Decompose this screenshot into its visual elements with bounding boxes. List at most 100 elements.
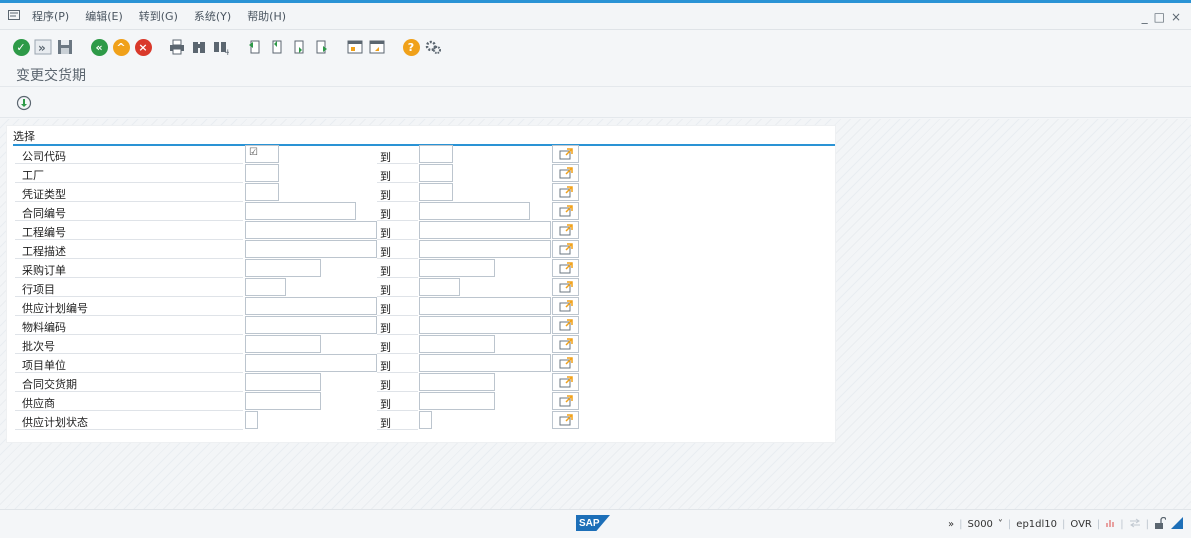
field-label: 工程编号 bbox=[22, 226, 66, 239]
to-input[interactable] bbox=[419, 183, 453, 201]
first-page-icon[interactable] bbox=[246, 38, 264, 56]
menu-icon[interactable] bbox=[8, 9, 20, 23]
from-input[interactable] bbox=[245, 259, 321, 277]
selection-row-batch-number: 批次号 到 bbox=[15, 335, 835, 354]
previous-page-icon[interactable] bbox=[268, 38, 286, 56]
to-input[interactable] bbox=[419, 240, 551, 258]
from-input[interactable] bbox=[245, 335, 321, 353]
multiple-selection-button[interactable] bbox=[552, 335, 579, 353]
from-input[interactable]: ☑ bbox=[245, 145, 279, 163]
selection-row-document-type: 凭证类型 到 bbox=[15, 183, 835, 202]
multiple-selection-button[interactable] bbox=[552, 164, 579, 182]
to-input[interactable] bbox=[419, 164, 453, 182]
from-input[interactable] bbox=[245, 411, 258, 429]
to-input[interactable] bbox=[419, 354, 551, 372]
to-input[interactable] bbox=[419, 259, 495, 277]
next-page-icon[interactable] bbox=[290, 38, 308, 56]
multiple-selection-button[interactable] bbox=[552, 297, 579, 315]
svg-text:+: + bbox=[224, 48, 229, 55]
from-input[interactable] bbox=[245, 202, 356, 220]
separator: | bbox=[1096, 519, 1101, 530]
from-input[interactable] bbox=[245, 316, 377, 334]
chevron-down-icon[interactable]: ˅ bbox=[998, 519, 1003, 530]
multiple-selection-button[interactable] bbox=[552, 183, 579, 201]
maximize-icon[interactable]: □ bbox=[1154, 10, 1165, 24]
menu-system[interactable]: 系统(Y) bbox=[194, 8, 231, 24]
chart-icon[interactable] bbox=[1105, 518, 1115, 531]
field-label: 供应商 bbox=[22, 397, 55, 410]
find-next-icon[interactable]: + bbox=[212, 38, 230, 56]
close-icon[interactable]: × bbox=[1171, 10, 1181, 24]
separator: | bbox=[1145, 519, 1149, 530]
sap-logo: SAP bbox=[576, 515, 610, 531]
multiple-selection-icon bbox=[559, 414, 573, 426]
back-icon[interactable]: « bbox=[90, 38, 108, 56]
minimize-icon[interactable]: _ bbox=[1142, 10, 1148, 24]
from-input[interactable] bbox=[245, 373, 321, 391]
to-input[interactable] bbox=[419, 392, 495, 410]
save-icon[interactable] bbox=[56, 38, 74, 56]
to-input[interactable] bbox=[419, 278, 460, 296]
shortcut-icon[interactable] bbox=[368, 38, 386, 56]
from-input[interactable] bbox=[245, 164, 279, 182]
command-field-icon[interactable]: » bbox=[34, 38, 52, 56]
from-input[interactable] bbox=[245, 183, 279, 201]
multiple-selection-button[interactable] bbox=[552, 145, 579, 163]
from-input[interactable] bbox=[245, 297, 377, 315]
menu-help[interactable]: 帮助(H) bbox=[247, 8, 286, 24]
find-icon[interactable] bbox=[190, 38, 208, 56]
multiple-selection-button[interactable] bbox=[552, 221, 579, 239]
menu-program[interactable]: 程序(P) bbox=[32, 8, 69, 24]
to-input[interactable] bbox=[419, 335, 495, 353]
multiple-selection-button[interactable] bbox=[552, 373, 579, 391]
system-info: » | S000 ˅ | ep1dl10 | OVR | | | bbox=[948, 516, 1183, 532]
system-id[interactable]: S000 bbox=[967, 519, 992, 530]
to-input[interactable] bbox=[419, 221, 551, 239]
selection-box: 选择 公司代码 ☑ 到 工厂 到 凭证类型 到 合同编号 到 工程编号 到 工程… bbox=[6, 125, 836, 443]
menu-goto[interactable]: 转到(G) bbox=[139, 8, 178, 24]
from-input[interactable] bbox=[245, 354, 377, 372]
field-label: 公司代码 bbox=[22, 150, 66, 163]
to-input[interactable] bbox=[419, 145, 453, 163]
last-page-icon[interactable] bbox=[312, 38, 330, 56]
field-label: 物料编码 bbox=[22, 321, 66, 334]
input-mode[interactable]: OVR bbox=[1070, 519, 1091, 530]
exit-icon[interactable]: ^ bbox=[112, 38, 130, 56]
expand-status-icon[interactable]: » bbox=[948, 519, 954, 530]
execute-icon[interactable] bbox=[16, 95, 32, 111]
resize-corner-icon[interactable] bbox=[1171, 517, 1183, 532]
enter-icon[interactable]: ✓ bbox=[12, 38, 30, 56]
from-input[interactable] bbox=[245, 278, 286, 296]
to-input[interactable] bbox=[419, 411, 432, 429]
to-input[interactable] bbox=[419, 202, 530, 220]
create-session-icon[interactable] bbox=[346, 38, 364, 56]
to-underline bbox=[377, 429, 418, 430]
customize-icon[interactable] bbox=[424, 38, 442, 56]
unlock-icon[interactable] bbox=[1154, 516, 1167, 532]
help-icon[interactable]: ? bbox=[402, 38, 420, 56]
menu-edit[interactable]: 编辑(E) bbox=[85, 8, 123, 24]
multiple-selection-icon bbox=[559, 167, 573, 179]
multiple-selection-button[interactable] bbox=[552, 354, 579, 372]
transfer-icon[interactable] bbox=[1129, 518, 1141, 531]
print-icon[interactable] bbox=[168, 38, 186, 56]
multiple-selection-button[interactable] bbox=[552, 278, 579, 296]
multiple-selection-button[interactable] bbox=[552, 240, 579, 258]
checkbox-icon: ☑ bbox=[249, 147, 258, 158]
from-input[interactable] bbox=[245, 392, 321, 410]
multiple-selection-button[interactable] bbox=[552, 392, 579, 410]
multiple-selection-button[interactable] bbox=[552, 202, 579, 220]
multiple-selection-icon bbox=[559, 338, 573, 350]
multiple-selection-button[interactable] bbox=[552, 316, 579, 334]
to-input[interactable] bbox=[419, 297, 551, 315]
to-input[interactable] bbox=[419, 316, 551, 334]
menu-bar: 程序(P) 编辑(E) 转到(G) 系统(Y) 帮助(H) _ □ × bbox=[0, 3, 1191, 30]
from-input[interactable] bbox=[245, 240, 377, 258]
multiple-selection-button[interactable] bbox=[552, 259, 579, 277]
to-input[interactable] bbox=[419, 373, 495, 391]
page-title: 变更交货期 bbox=[0, 63, 1191, 87]
from-input[interactable] bbox=[245, 221, 377, 239]
field-label: 供应计划编号 bbox=[22, 302, 88, 315]
multiple-selection-button[interactable] bbox=[552, 411, 579, 429]
cancel-icon[interactable]: × bbox=[134, 38, 152, 56]
